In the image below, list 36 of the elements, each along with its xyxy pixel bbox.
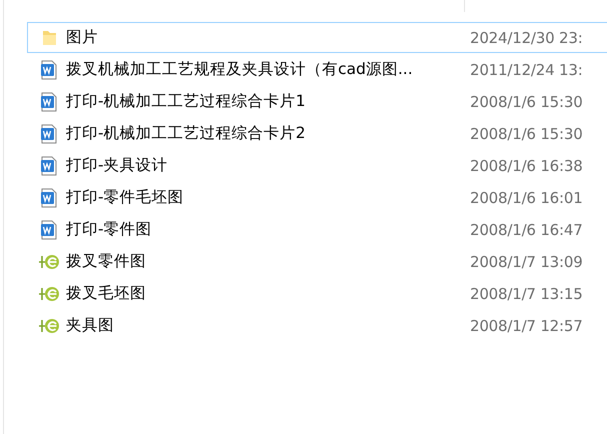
file-row[interactable]: 夹具图 2008/1/7 12:57 [27, 310, 607, 341]
file-row[interactable]: 打印-夹具设计 2008/1/6 16:38 [27, 150, 607, 181]
file-row[interactable]: 打印-零件图 2008/1/6 16:47 [27, 214, 607, 245]
file-name: 拨叉零件图 [65, 251, 147, 272]
file-row[interactable]: 打印-机械加工工艺过程综合卡片2 2008/1/6 15:30 [27, 118, 607, 149]
document-icon [40, 154, 58, 176]
document-icon [40, 122, 58, 144]
modified-date: 2011/12/24 13: [470, 60, 583, 78]
modified-date: 2008/1/6 15:30 [470, 92, 583, 110]
file-name: 夹具图 [65, 315, 115, 336]
file-name: 打印-机械加工工艺过程综合卡片2 [65, 123, 306, 144]
document-icon [40, 90, 58, 112]
document-icon [40, 218, 58, 240]
file-row[interactable]: 图片 2024/12/30 23: [27, 22, 607, 53]
file-name: 拨叉毛坯图 [65, 283, 147, 304]
modified-date: 2008/1/6 16:38 [470, 156, 583, 174]
file-name: 图片 [65, 27, 99, 48]
modified-date: 2008/1/7 13:09 [470, 252, 583, 270]
file-name: 拨叉机械加工工艺规程及夹具设计（有cad源图... [65, 59, 414, 80]
file-row[interactable]: 拨叉零件图 2008/1/7 13:09 [27, 246, 607, 277]
file-row[interactable]: 拨叉毛坯图 2008/1/7 13:15 [27, 278, 607, 309]
file-row[interactable]: 打印-零件毛坯图 2008/1/6 16:01 [27, 182, 607, 213]
modified-date: 2024/12/30 23: [470, 28, 583, 46]
file-name: 打印-机械加工工艺过程综合卡片1 [65, 91, 306, 112]
document-icon [40, 58, 58, 80]
modified-date: 2008/1/6 15:30 [470, 124, 583, 142]
modified-date: 2008/1/7 13:15 [470, 284, 583, 302]
modified-date: 2008/1/7 12:57 [470, 316, 583, 334]
modified-date: 2008/1/6 16:01 [470, 188, 583, 206]
document-icon [40, 186, 58, 208]
modified-date: 2008/1/6 16:47 [470, 220, 583, 238]
file-row[interactable]: 打印-机械加工工艺过程综合卡片1 2008/1/6 15:30 [27, 86, 607, 117]
file-row[interactable]: 拨叉机械加工工艺规程及夹具设计（有cad源图... 2011/12/24 13: [27, 54, 607, 85]
file-name: 打印-零件图 [65, 219, 153, 240]
file-name: 打印-零件毛坯图 [65, 187, 185, 208]
file-name: 打印-夹具设计 [65, 155, 169, 176]
